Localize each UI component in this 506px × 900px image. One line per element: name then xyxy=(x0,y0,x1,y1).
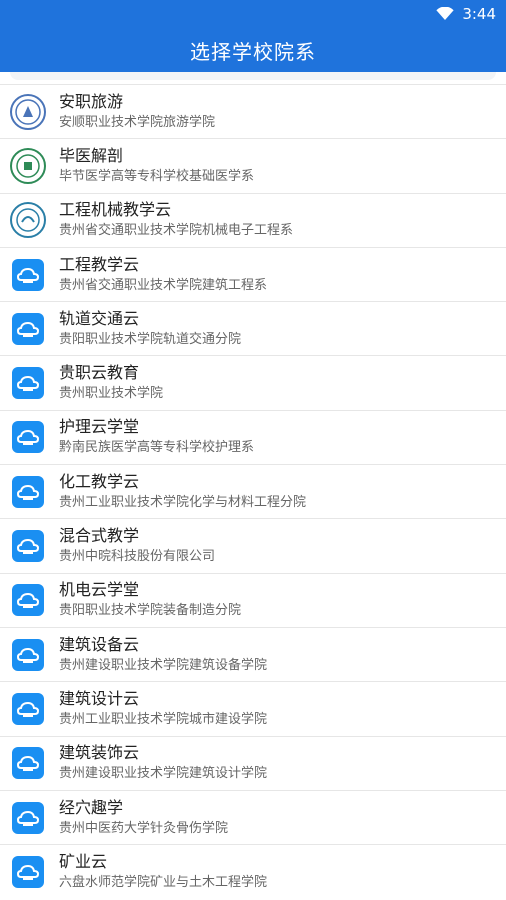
list-item[interactable]: 建筑设计云贵州工业职业技术学院城市建设学院 xyxy=(0,681,506,735)
icon-wrap xyxy=(10,311,46,347)
list-item[interactable]: 矿业云六盘水师范学院矿业与土木工程学院 xyxy=(0,844,506,898)
list-item[interactable]: 建筑装饰云贵州建设职业技术学院建筑设计学院 xyxy=(0,735,506,790)
item-name: 混合式教学 xyxy=(59,526,140,546)
item-name: 矿业云 xyxy=(59,851,108,871)
school-logo-icon xyxy=(10,202,46,239)
item-subtitle: 贵州省交通职业技术学院建筑工程系 xyxy=(59,277,268,293)
cloud-icon xyxy=(12,421,44,454)
item-subtitle: 安顺职业技术学院旅游学院 xyxy=(59,114,216,130)
school-logo-icon xyxy=(10,93,46,130)
icon-wrap xyxy=(10,745,46,781)
item-subtitle: 六盘水师范学院矿业与土木工程学院 xyxy=(59,874,268,890)
item-name: 轨道交通云 xyxy=(59,308,140,328)
item-name: 化工教学云 xyxy=(59,471,140,491)
app-header: 选择学校院系 xyxy=(0,28,506,72)
icon-wrap xyxy=(10,202,46,239)
item-subtitle: 黔南民族医学高等专科学校护理系 xyxy=(59,440,255,456)
list-item[interactable]: 建筑设备云贵州建设职业技术学院建筑设备学院 xyxy=(0,626,506,681)
list-item[interactable]: 轨道交通云贵阳职业技术学院轨道交通分院 xyxy=(0,301,506,355)
list-item[interactable]: 工程教学云贵州省交通职业技术学院建筑工程系 xyxy=(0,246,506,301)
wifi-icon xyxy=(436,7,454,20)
cloud-icon xyxy=(12,312,44,345)
item-name: 建筑设备云 xyxy=(59,634,140,654)
item-subtitle: 毕节医学高等专科学校基础医学系 xyxy=(59,168,255,184)
school-logo-icon xyxy=(10,147,46,184)
item-subtitle: 贵州工业职业技术学院城市建设学院 xyxy=(59,711,268,727)
cloud-icon xyxy=(12,475,44,508)
icon-wrap xyxy=(10,800,46,836)
item-subtitle: 贵州职业技术学院 xyxy=(59,386,164,402)
cloud-icon xyxy=(12,584,44,617)
status-time: 3:44 xyxy=(462,5,496,23)
list-item[interactable]: 贵职云教育贵州职业技术学院 xyxy=(0,355,506,409)
cloud-icon xyxy=(12,692,44,725)
page-title: 选择学校院系 xyxy=(190,39,316,64)
list-item[interactable]: 机电云学堂贵阳职业技术学院装备制造分院 xyxy=(0,572,506,627)
cloud-icon xyxy=(12,530,44,563)
icon-wrap xyxy=(10,365,46,401)
item-subtitle: 贵州建设职业技术学院建筑设计学院 xyxy=(59,766,268,782)
cloud-icon xyxy=(12,367,44,400)
item-name: 经穴趣学 xyxy=(59,797,124,817)
item-name: 工程教学云 xyxy=(59,254,140,274)
icon-wrap xyxy=(10,691,46,727)
list-item[interactable]: 护理云学堂黔南民族医学高等专科学校护理系 xyxy=(0,409,506,464)
list-item[interactable]: 安职旅游安顺职业技术学院旅游学院 xyxy=(0,84,506,138)
list-item[interactable]: 经穴趣学贵州中医药大学针灸骨伤学院 xyxy=(0,789,506,844)
cloud-icon xyxy=(12,801,44,834)
icon-wrap xyxy=(10,854,46,890)
list-item[interactable]: 毕医解剖毕节医学高等专科学校基础医学系 xyxy=(0,138,506,192)
icon-wrap xyxy=(10,582,46,618)
item-name: 贵职云教育 xyxy=(59,363,140,383)
icon-wrap xyxy=(10,257,46,293)
item-subtitle: 贵州中医药大学针灸骨伤学院 xyxy=(59,820,229,836)
icon-wrap xyxy=(10,93,46,130)
status-bar: 3:44 xyxy=(0,0,506,28)
search-bar-edge[interactable] xyxy=(10,72,496,80)
cloud-icon xyxy=(12,258,44,291)
item-subtitle: 贵州中晥科技股份有限公司 xyxy=(59,549,216,565)
list-item[interactable]: 混合式教学贵州中晥科技股份有限公司 xyxy=(0,518,506,572)
icon-wrap xyxy=(10,637,46,673)
item-subtitle: 贵州工业职业技术学院化学与材料工程分院 xyxy=(59,494,307,510)
icon-wrap xyxy=(10,147,46,184)
item-name: 工程机械教学云 xyxy=(59,200,172,220)
item-name: 建筑装饰云 xyxy=(59,743,140,763)
icon-wrap xyxy=(10,528,46,564)
cloud-icon xyxy=(12,638,44,671)
item-name: 建筑设计云 xyxy=(59,688,140,708)
item-subtitle: 贵阳职业技术学院装备制造分院 xyxy=(59,603,242,619)
item-subtitle: 贵州省交通职业技术学院机械电子工程系 xyxy=(59,223,294,239)
item-name: 毕医解剖 xyxy=(59,145,124,165)
school-list: 安职旅游安顺职业技术学院旅游学院 毕医解剖毕节医学高等专科学校基础医学系 工程机… xyxy=(0,84,506,898)
item-subtitle: 贵阳职业技术学院轨道交通分院 xyxy=(59,331,242,347)
list-item[interactable]: 化工教学云贵州工业职业技术学院化学与材料工程分院 xyxy=(0,464,506,518)
item-subtitle: 贵州建设职业技术学院建筑设备学院 xyxy=(59,657,268,673)
cloud-icon xyxy=(12,855,44,888)
item-name: 安职旅游 xyxy=(59,91,124,111)
cloud-icon xyxy=(12,747,44,780)
item-name: 护理云学堂 xyxy=(59,417,140,437)
icon-wrap xyxy=(10,419,46,455)
item-name: 机电云学堂 xyxy=(59,580,140,600)
icon-wrap xyxy=(10,474,46,510)
list-item[interactable]: 工程机械教学云贵州省交通职业技术学院机械电子工程系 xyxy=(0,192,506,247)
